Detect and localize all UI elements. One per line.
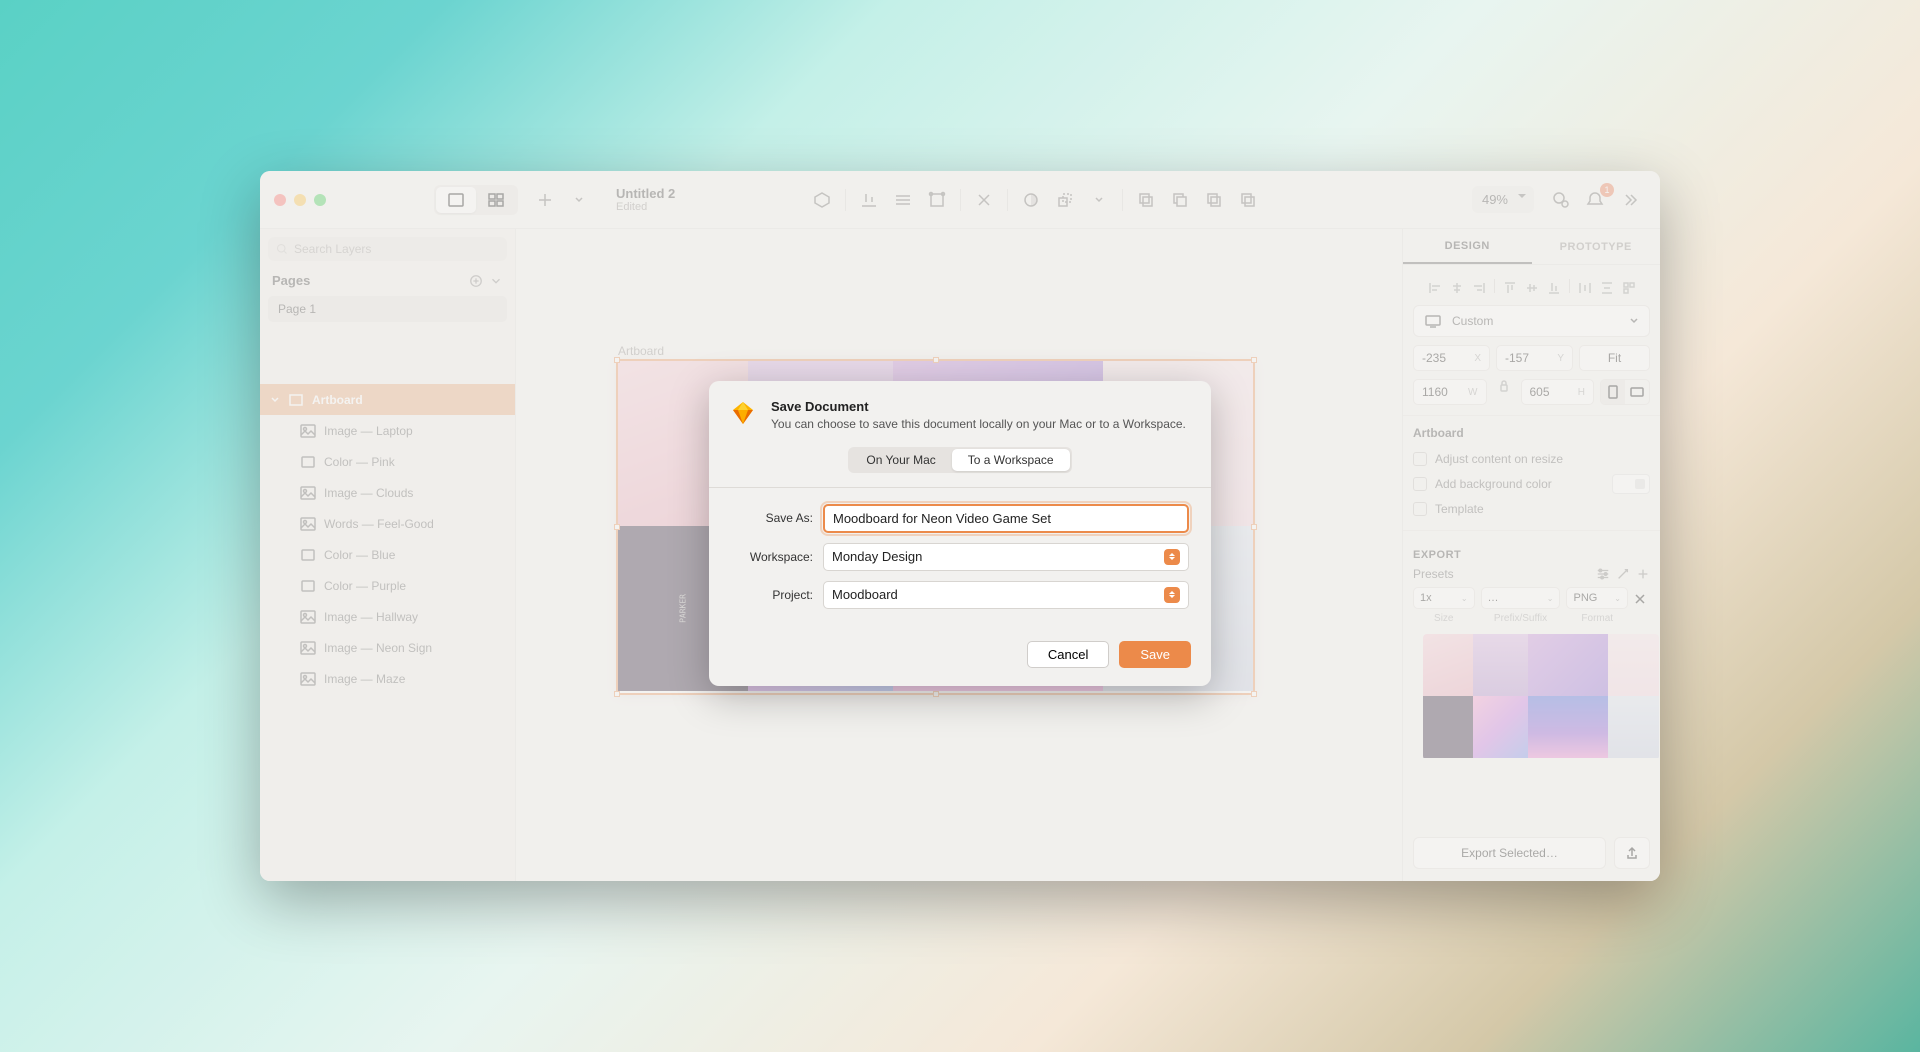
saveas-label: Save As:	[731, 511, 823, 525]
modal-subtitle: You can choose to save this document loc…	[771, 416, 1186, 433]
sketch-app-icon	[729, 399, 757, 427]
workspace-label: Workspace:	[731, 550, 823, 564]
save-dialog: Save Document You can choose to save thi…	[709, 381, 1211, 686]
saveas-input[interactable]	[823, 504, 1189, 533]
tab-to-workspace[interactable]: To a Workspace	[952, 449, 1070, 471]
workspace-select[interactable]: Monday Design	[823, 543, 1189, 571]
app-window: Untitled 2 Edited 49% 1	[260, 171, 1660, 881]
select-arrows-icon	[1164, 549, 1180, 565]
modal-overlay: Save Document You can choose to save thi…	[260, 171, 1660, 881]
select-arrows-icon	[1164, 587, 1180, 603]
project-label: Project:	[731, 588, 823, 602]
save-button[interactable]: Save	[1119, 641, 1191, 668]
save-location-segment[interactable]: On Your Mac To a Workspace	[848, 447, 1071, 473]
tab-on-your-mac[interactable]: On Your Mac	[850, 449, 951, 471]
project-select[interactable]: Moodboard	[823, 581, 1189, 609]
modal-title: Save Document	[771, 399, 1186, 414]
cancel-button[interactable]: Cancel	[1027, 641, 1109, 668]
